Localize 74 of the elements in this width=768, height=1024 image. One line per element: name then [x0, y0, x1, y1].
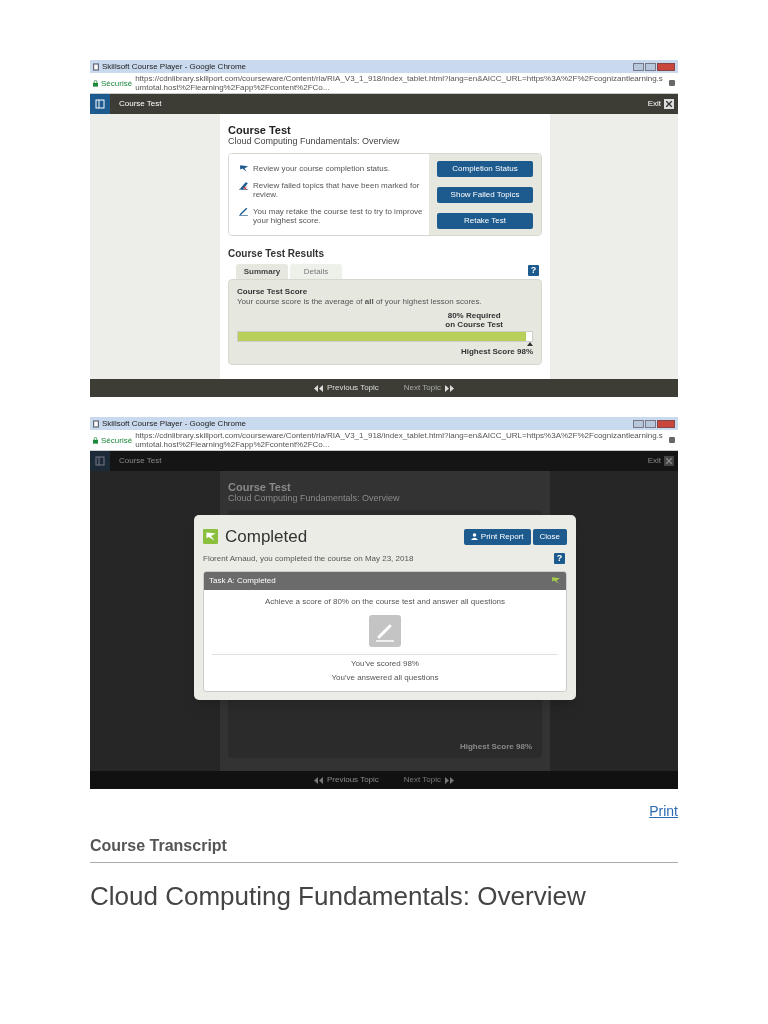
previous-topic-button[interactable]: Previous Topic	[313, 774, 379, 786]
task-requirement: Achieve a score of 80% on the course test and answer all questions	[264, 595, 506, 608]
dialog-title: Completed	[225, 526, 308, 548]
window-title: Skillsoft Course Player - Google Chrome	[102, 419, 247, 428]
close-icon[interactable]	[664, 99, 674, 109]
print-link[interactable]: Print	[649, 801, 678, 822]
print-report-button[interactable]: Print Report	[463, 528, 531, 545]
help-button[interactable]: ?	[528, 265, 539, 276]
maximize-button[interactable]	[645, 62, 656, 71]
results-tab[interactable]: Summary	[236, 264, 288, 279]
score-description: Your course score is the average of all of your highest lesson scores.	[237, 297, 483, 307]
app-title: Course Test	[119, 455, 162, 467]
course-heading: Course Test	[228, 124, 292, 136]
section-heading: Course Transcript	[90, 834, 678, 863]
secure-label: Sécurisé	[101, 78, 133, 88]
action-description: Review failed topics that have been marked for review.	[253, 181, 421, 199]
required-score-label: 80% Required	[447, 311, 501, 320]
results-tab[interactable]: Details	[290, 264, 342, 279]
address-bar[interactable]: Sécurisé https://cdnlibrary.skillport.com/courseware/Content/ria/RIA_V3_1_918/index_tablet.html?lang=en&AICC_URL=https%3A%2F%2Fcognizantlearning.sumtotal.host%2Flearning%2Fapp%2Fcontent%2FCo...	[90, 73, 678, 94]
url-text: https://cdnlibrary.skillport.com/courseware/Content/ria/RIA_V3_1_918/index_tablet.html?lang=en&AICC_URL=https%3A%2F%2Fcognizantlearning.sumtotal.host%2Flearning%2Fapp%2Fcontent%2FCo...	[135, 74, 664, 92]
results-heading: Course Test Results	[228, 247, 325, 261]
action-button[interactable]: Show Failed Topics	[437, 186, 533, 203]
url-text: https://cdnlibrary.skillport.com/courseware/Content/ria/RIA_V3_1_918/index_tablet.html?lang=en&AICC_URL=https%3A%2F%2Fcognizantlearning.sumtotal.host%2Flearning%2Fapp%2Fcontent%2FCo...	[135, 431, 664, 449]
task-result: You've scored 98%	[351, 658, 419, 669]
window-title: Skillsoft Course Player - Google Chrome	[102, 62, 247, 71]
extension-icon[interactable]	[669, 437, 675, 443]
secure-label: Sécurisé	[101, 435, 133, 445]
minimize-button[interactable]	[633, 62, 644, 71]
person-icon	[470, 533, 478, 541]
action-description: You may retake the course test to try to improve your highest score.	[253, 207, 423, 225]
sidebar-toggle-icon[interactable]	[90, 94, 110, 114]
double-chevron-left-icon	[313, 776, 323, 784]
double-chevron-left-icon	[313, 384, 323, 392]
page-icon	[93, 62, 99, 71]
double-chevron-right-icon	[445, 776, 455, 784]
score-title: Course Test Score	[237, 287, 309, 297]
required-score-label: on Course Test	[445, 320, 503, 329]
completed-icon	[203, 529, 218, 545]
highest-score-label: Highest Score 98%	[459, 741, 532, 753]
maximize-button[interactable]	[645, 419, 656, 428]
action-button[interactable]: Retake Test	[437, 212, 533, 229]
next-topic-button[interactable]: Next Topic	[403, 774, 455, 786]
pencil-icon	[239, 207, 249, 216]
task-result: You've answered all questions	[331, 672, 439, 683]
double-chevron-right-icon	[445, 384, 455, 392]
course-heading: Course Test	[228, 481, 292, 493]
close-button[interactable]	[657, 419, 675, 428]
task-title: Task A: Completed	[209, 574, 276, 587]
app-title: Course Test	[119, 98, 162, 110]
pencil-icon	[369, 614, 401, 647]
exit-label: Exit	[647, 98, 661, 110]
minimize-button[interactable]	[633, 419, 644, 428]
course-subtitle: Cloud Computing Fundamentals: Overview	[228, 136, 401, 147]
previous-topic-button[interactable]: Previous Topic	[313, 382, 379, 394]
action-description: Review your course completion status.	[253, 164, 390, 173]
lock-icon	[93, 79, 98, 87]
course-title: Cloud Computing Fundamentals: Overview	[90, 880, 587, 913]
course-subtitle: Cloud Computing Fundamentals: Overview	[228, 493, 401, 504]
close-button[interactable]: Close	[532, 528, 567, 545]
lock-icon	[93, 436, 98, 444]
action-button[interactable]: Completion Status	[437, 160, 533, 177]
next-topic-button[interactable]: Next Topic	[403, 382, 455, 394]
completion-message: Florent Arnaud, you completed the course on May 23, 2018	[203, 552, 414, 565]
help-button[interactable]: ?	[554, 553, 565, 564]
extension-icon[interactable]	[669, 80, 675, 86]
exit-label: Exit	[647, 455, 661, 467]
highest-score-label: Highest Score 98%	[460, 346, 533, 358]
close-button[interactable]	[657, 62, 675, 71]
address-bar[interactable]: Sécurisé https://cdnlibrary.skillport.com/courseware/Content/ria/RIA_V3_1_918/index_tablet.html?lang=en&AICC_URL=https%3A%2F%2Fcognizantlearning.sumtotal.host%2Flearning%2Fapp%2Fcontent%2FCo...	[90, 430, 678, 451]
flag-icon	[239, 164, 249, 173]
sidebar-toggle-icon[interactable]	[90, 451, 110, 471]
pencil-mark-icon	[239, 181, 249, 190]
completed-flag-icon	[551, 576, 561, 585]
page-icon	[93, 419, 99, 428]
